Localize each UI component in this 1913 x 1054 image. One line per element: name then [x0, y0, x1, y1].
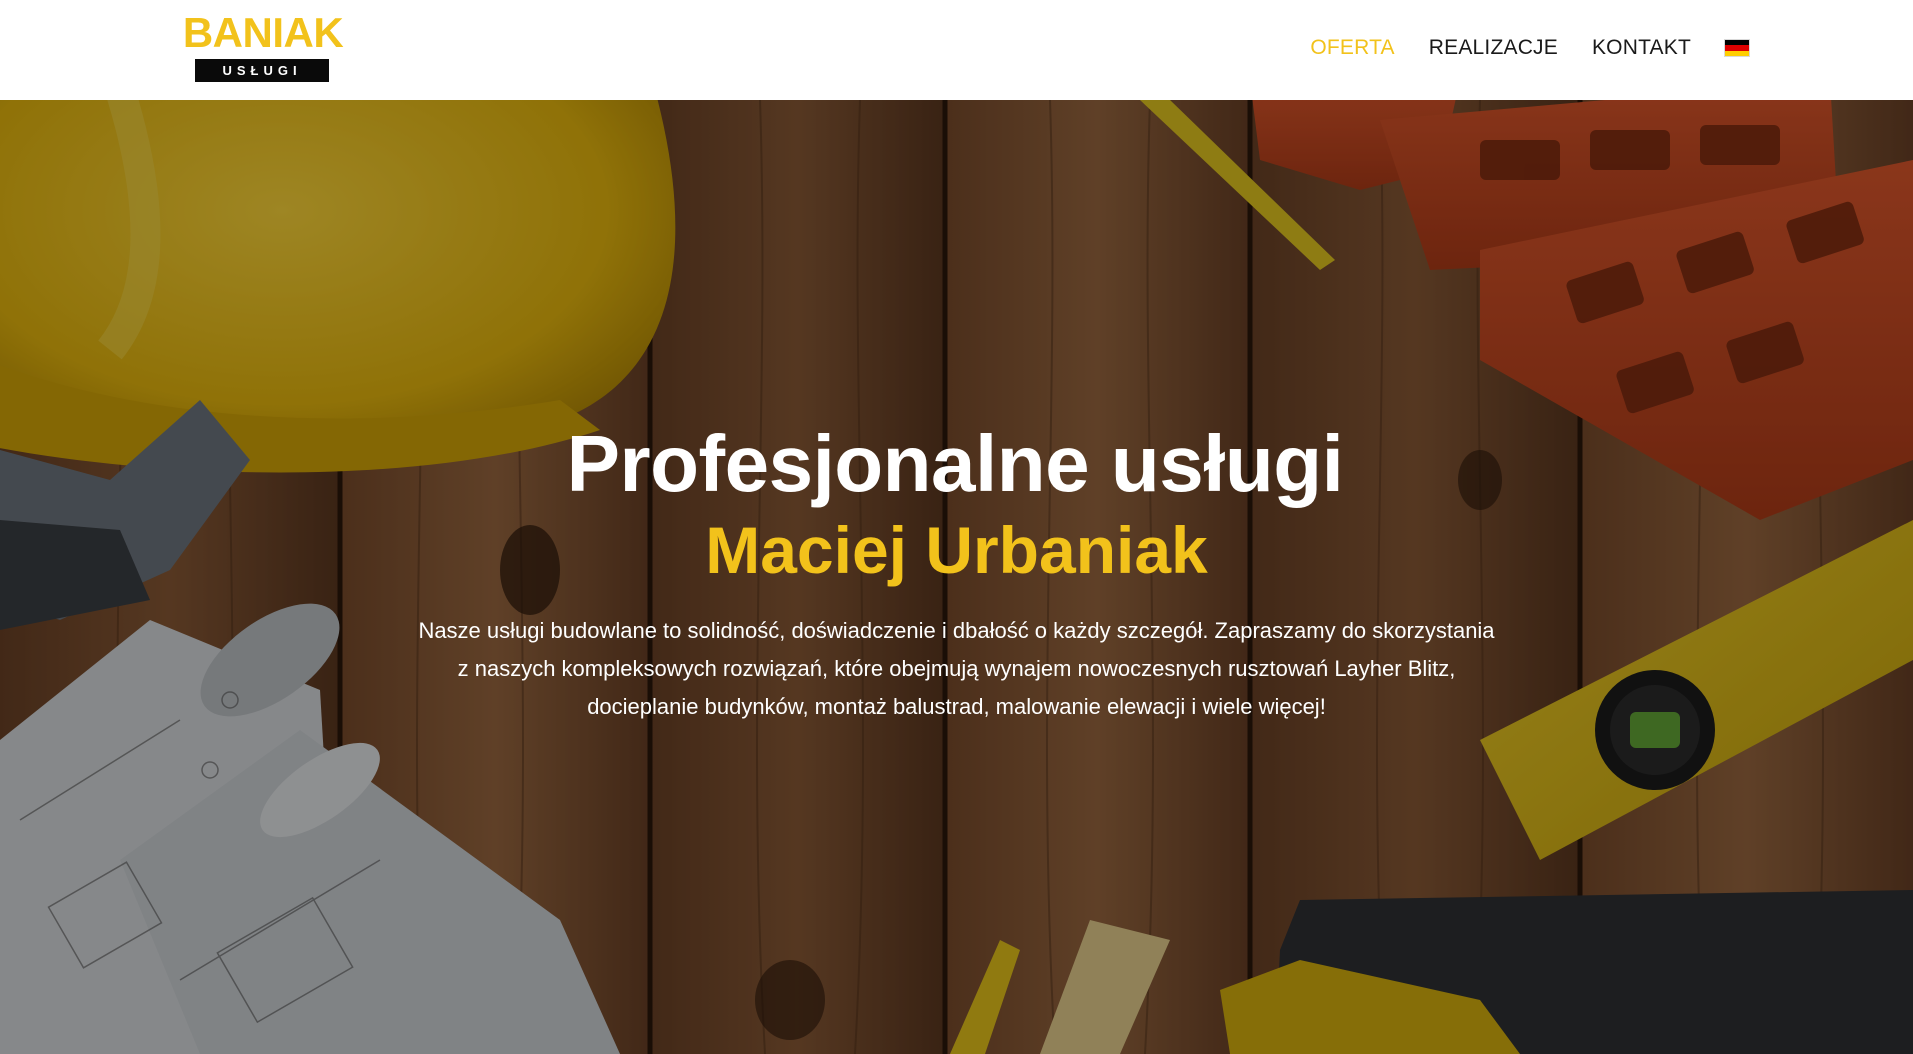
- site-header: BANIAK USŁUGI OFERTA REALIZACJE KONTAKT: [0, 0, 1913, 100]
- hero-title: Profesjonalne usługi: [566, 419, 1344, 508]
- hero-section: Profesjonalne usługi Maciej Urbaniak Nas…: [0, 100, 1913, 1054]
- site-logo[interactable]: BANIAK USŁUGI: [175, 12, 351, 84]
- nav-item-kontakt[interactable]: KONTAKT: [1592, 36, 1691, 60]
- hero-content: Profesjonalne usługi Maciej Urbaniak Nas…: [0, 418, 1913, 726]
- hero-subtitle: Maciej Urbaniak: [705, 513, 1208, 587]
- hero-text-line: Nasze usługi budowlane to solidność, doś…: [418, 618, 1495, 643]
- main-nav: OFERTA REALIZACJE KONTAKT: [1276, 36, 1749, 60]
- logo-tagline: USŁUGI: [195, 59, 329, 82]
- hero-text-line: docieplanie budynków, montaż balustrad, …: [587, 694, 1326, 719]
- logo-wordmark: BANIAK: [182, 9, 344, 56]
- nav-item-oferta[interactable]: OFERTA: [1310, 36, 1394, 60]
- hero-text-line: z naszych kompleksowych rozwiązań, które…: [457, 656, 1456, 681]
- hero-description: Nasze usługi budowlane to solidność, doś…: [377, 612, 1537, 726]
- nav-item-realizacje[interactable]: REALIZACJE: [1429, 36, 1558, 60]
- german-flag-icon[interactable]: [1725, 40, 1749, 56]
